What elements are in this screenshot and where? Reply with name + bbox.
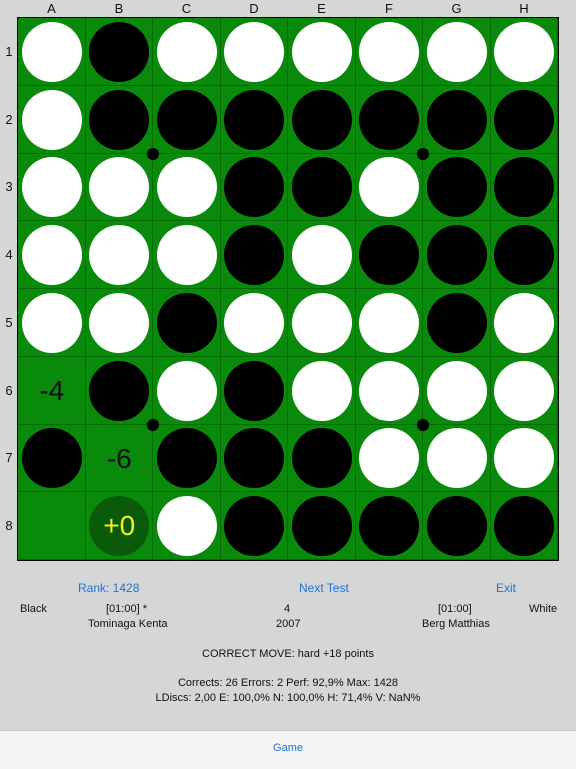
- black-disc-e3: [291, 157, 352, 218]
- white-disc-a4: [21, 225, 82, 286]
- black-disc-f2: [359, 89, 420, 150]
- black-disc-g4: [426, 225, 487, 286]
- white-disc-a1: [21, 21, 82, 82]
- move-score-a6[interactable]: -4: [18, 357, 86, 425]
- black-player-label: Black: [20, 603, 47, 615]
- white-disc-d1: [224, 21, 285, 82]
- board-star-point: [417, 418, 429, 431]
- white-disc-c8: [156, 496, 217, 557]
- white-disc-f6: [359, 360, 420, 421]
- black-disc-d2: [224, 89, 285, 150]
- move-number: 4: [284, 603, 291, 615]
- tab-game[interactable]: Game: [0, 742, 576, 754]
- game-year: 2007: [276, 618, 301, 630]
- black-disc-f8: [359, 496, 420, 557]
- white-disc-c6: [156, 360, 217, 421]
- black-disc-e7: [291, 428, 352, 489]
- white-disc-e1: [291, 21, 352, 82]
- column-label-b: B: [114, 1, 124, 16]
- white-disc-e6: [291, 360, 352, 421]
- othello-board[interactable]: -4 -6 +0: [17, 17, 559, 561]
- board-star-point: [147, 147, 159, 160]
- black-disc-f4: [359, 225, 420, 286]
- white-disc-c4: [156, 225, 217, 286]
- ldiscs-line: LDiscs: 2,00 E: 100,0% N: 100,0% H: 71,4…: [155, 692, 421, 704]
- row-label-7: 7: [5, 450, 13, 466]
- black-disc-d4: [224, 225, 285, 286]
- white-disc-b5: [89, 292, 150, 353]
- row-label-5: 5: [5, 314, 13, 330]
- row-label-1: 1: [5, 43, 13, 59]
- square-a8[interactable]: [18, 492, 86, 560]
- black-disc-c7: [156, 428, 217, 489]
- black-disc-a7: [21, 428, 82, 489]
- white-disc-b4: [89, 225, 150, 286]
- white-disc-c1: [156, 21, 217, 82]
- black-player-name: Tominaga Kenta: [88, 618, 168, 630]
- column-label-d: D: [249, 1, 259, 16]
- black-disc-e2: [291, 89, 352, 150]
- black-disc-c2: [156, 89, 217, 150]
- white-disc-g6: [426, 360, 487, 421]
- white-disc-h6: [494, 360, 555, 421]
- black-disc-c5: [156, 292, 217, 353]
- row-label-6: 6: [5, 382, 13, 398]
- correct-move-text: CORRECT MOVE: hard +18 points: [202, 648, 374, 660]
- row-label-2: 2: [5, 111, 13, 127]
- white-player-label: White: [529, 603, 558, 615]
- white-disc-c3: [156, 157, 217, 218]
- black-disc-g8: [426, 496, 487, 557]
- white-disc-h1: [494, 21, 555, 82]
- column-label-e: E: [317, 1, 326, 16]
- exit-button[interactable]: Exit: [496, 581, 516, 595]
- next-test-button[interactable]: Next Test: [299, 581, 349, 595]
- white-disc-e5: [291, 292, 352, 353]
- best-move-score-b8[interactable]: +0: [89, 496, 150, 557]
- board-star-point: [417, 147, 429, 160]
- column-label-c: C: [181, 1, 192, 16]
- white-disc-a5: [21, 292, 82, 353]
- black-disc-d8: [224, 496, 285, 557]
- black-disc-g3: [426, 157, 487, 218]
- black-disc-d6: [224, 360, 285, 421]
- white-disc-f5: [359, 292, 420, 353]
- stats-line: Corrects: 26 Errors: 2 Perf: 92,9% Max: …: [177, 677, 399, 689]
- black-clock: [01:00] *: [106, 603, 147, 615]
- black-disc-b6: [89, 360, 150, 421]
- white-player-name: Berg Matthias: [422, 618, 490, 630]
- column-label-f: F: [385, 1, 393, 16]
- white-clock: [01:00]: [438, 603, 472, 615]
- row-label-8: 8: [5, 518, 13, 534]
- move-score-b7[interactable]: -6: [86, 425, 154, 493]
- black-disc-h4: [494, 225, 555, 286]
- row-label-3: 3: [5, 179, 13, 195]
- white-disc-d5: [224, 292, 285, 353]
- column-label-h: H: [519, 1, 529, 16]
- row-label-4: 4: [5, 247, 13, 263]
- black-disc-g5: [426, 292, 487, 353]
- white-disc-g7: [426, 428, 487, 489]
- column-label-a: A: [47, 1, 56, 16]
- black-disc-b1: [89, 21, 150, 82]
- tab-bar: Game: [0, 730, 576, 769]
- black-disc-e8: [291, 496, 352, 557]
- black-disc-h2: [494, 89, 555, 150]
- white-disc-a2: [21, 89, 82, 150]
- black-disc-g2: [426, 89, 487, 150]
- black-disc-b2: [89, 89, 150, 150]
- rank-link[interactable]: Rank: 1428: [78, 581, 139, 595]
- white-disc-g1: [426, 21, 487, 82]
- white-disc-h5: [494, 292, 555, 353]
- board-star-point: [147, 418, 159, 431]
- column-label-g: G: [451, 1, 462, 16]
- white-disc-e4: [291, 225, 352, 286]
- black-disc-h8: [494, 496, 555, 557]
- white-disc-f1: [359, 21, 420, 82]
- white-disc-a3: [21, 157, 82, 218]
